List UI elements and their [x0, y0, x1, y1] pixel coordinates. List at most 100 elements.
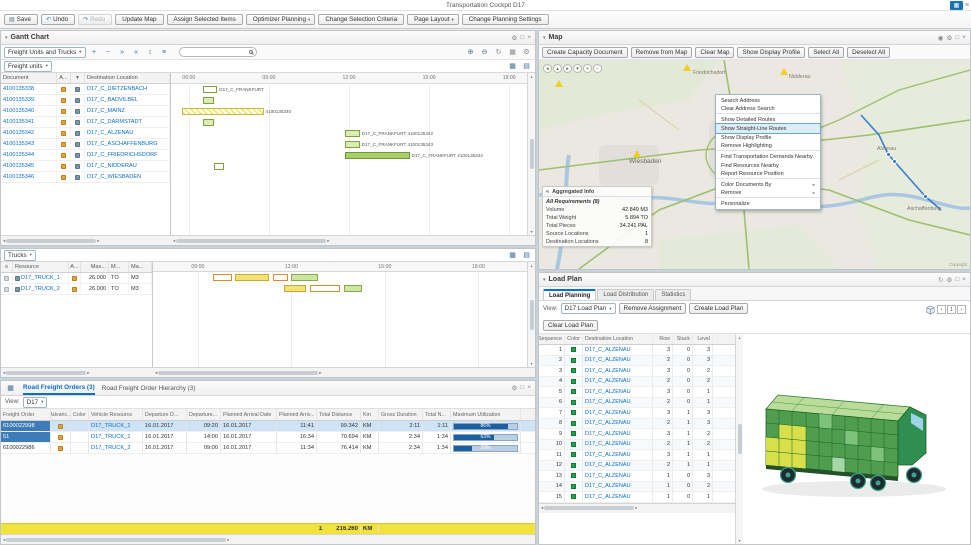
- trucks-horizontal-scrollbars[interactable]: ◂▸ ◂▸: [1, 367, 535, 377]
- map-marker[interactable]: [923, 194, 928, 199]
- select-icon[interactable]: [4, 287, 9, 292]
- context-menu-item[interactable]: Search Address: [716, 96, 820, 105]
- gantt-timeline[interactable]: 06:0009:0012:0015:0018:00 D17_C_FRANKFUR…: [171, 73, 527, 235]
- close-icon[interactable]: ×: [962, 276, 966, 284]
- freight-unit-row[interactable]: 4100135339 D17_C_BADVILBEL: [1, 95, 170, 106]
- settings-icon[interactable]: ⚙: [511, 34, 517, 42]
- column-sequence[interactable]: Sequence: [539, 334, 565, 344]
- toolbar-button[interactable]: ↷Redo: [78, 14, 112, 25]
- locate-icon[interactable]: ◉: [938, 34, 944, 42]
- table-view-icon[interactable]: ▦: [507, 250, 518, 261]
- sort-icon[interactable]: ↕: [145, 47, 156, 58]
- map-tool-button[interactable]: Deselect All: [847, 47, 890, 58]
- column-destination[interactable]: Destination Location: [85, 73, 170, 83]
- context-menu-item[interactable]: Report Resource Position: [716, 170, 820, 179]
- load-plan-row[interactable]: 2 D17_C_ALZENAU 2 0 3: [539, 356, 735, 367]
- load-plan-row[interactable]: 9 D17_C_ALZENAU 3 1 2: [539, 429, 735, 440]
- context-menu-item[interactable]: Show Display Profile: [716, 133, 820, 142]
- load-plan-horizontal-scrollbar[interactable]: ◂▸: [539, 503, 735, 513]
- freight-unit-row[interactable]: 4100135342 D17_C_ALZENAU: [1, 128, 170, 139]
- orders-horizontal-scrollbar[interactable]: ◂▸: [1, 534, 535, 544]
- maximize-icon[interactable]: □: [520, 34, 524, 42]
- freight-unit-row[interactable]: 4100135340 D17_C_MAINZ: [1, 106, 170, 117]
- truck-gantt-bar[interactable]: [235, 274, 269, 281]
- column-advanced[interactable]: Advanc...: [51, 409, 71, 420]
- column-gross-duration[interactable]: Gross Duration: [379, 409, 423, 420]
- collapse-chevron-icon[interactable]: ▾: [5, 35, 8, 41]
- order-row[interactable]: 51 D17_TRUCK_1 16.01.2017 14:00 16.01.20…: [1, 432, 535, 443]
- gantt-bar[interactable]: [203, 119, 214, 126]
- pan-right-icon[interactable]: ▸: [563, 64, 572, 73]
- settings-icon[interactable]: ⚙: [511, 384, 517, 392]
- pan-left-icon[interactable]: ◂: [543, 64, 552, 73]
- freight-unit-row[interactable]: 4100135338 D17_C_DIETZENBACH: [1, 84, 170, 95]
- settings-icon[interactable]: ⚙: [946, 34, 952, 42]
- column-document[interactable]: Document: [1, 73, 57, 83]
- load-plan-row[interactable]: 5 D17_C_ALZENAU 3 0 1: [539, 387, 735, 398]
- collapse-icon[interactable]: −: [103, 47, 114, 58]
- freight-unit-row[interactable]: 4100135344 D17_C_FRIEDRICHSDORF: [1, 150, 170, 161]
- order-row[interactable]: 6100022998 D17_TRUCK_1 16.01.2017 09:20 …: [1, 421, 535, 432]
- maximize-icon[interactable]: □: [520, 384, 524, 392]
- trucks-select[interactable]: Trucks▾: [4, 250, 36, 261]
- select-icon[interactable]: [4, 276, 9, 281]
- maximize-icon[interactable]: □: [955, 34, 959, 42]
- context-menu-item[interactable]: Remove Highlighting: [716, 142, 820, 151]
- outdent-icon[interactable]: «: [131, 47, 142, 58]
- context-menu-item[interactable]: Remove▸: [716, 189, 820, 198]
- load-plan-tab[interactable]: Load Planning: [543, 289, 596, 300]
- column-resource[interactable]: Resource: [13, 262, 69, 272]
- indent-icon[interactable]: »: [117, 47, 128, 58]
- remove-assignment-button[interactable]: Remove Assignment: [619, 303, 687, 314]
- zoom-out-icon[interactable]: −: [593, 64, 602, 73]
- gantt-row-type-select[interactable]: Freight units▾: [4, 61, 52, 72]
- expand-icon[interactable]: +: [89, 47, 100, 58]
- close-icon[interactable]: ×: [962, 34, 966, 42]
- column-departure[interactable]: Departure...: [187, 409, 221, 420]
- toolbar-button[interactable]: Page Layout▾: [407, 14, 459, 25]
- map-marker[interactable]: [892, 159, 897, 164]
- column-stack[interactable]: Stack: [673, 334, 693, 344]
- grid-icon[interactable]: ▦: [5, 383, 16, 394]
- column-row[interactable]: Row: [653, 334, 673, 344]
- context-menu-item[interactable]: Personalize: [716, 199, 820, 208]
- truck-gantt-bar[interactable]: [344, 285, 363, 292]
- load-plan-tab[interactable]: Load Distribution: [597, 289, 654, 300]
- gantt-bar[interactable]: D17_C_FRANKFURT 4100135344: [345, 152, 409, 159]
- tab-road-freight-orders[interactable]: Road Freight Orders (3): [23, 381, 95, 395]
- create-load-plan-button[interactable]: Create Load Plan: [689, 303, 748, 314]
- gantt-mode-select[interactable]: Freight Units and Trucks▾: [4, 47, 86, 58]
- close-icon[interactable]: ×: [527, 34, 531, 42]
- gantt-bar[interactable]: D17_C_FRANKFURT 4100135343: [345, 141, 359, 148]
- column-freight-order[interactable]: Freight Order: [1, 409, 51, 420]
- load-plan-row[interactable]: 10 D17_C_ALZENAU 2 1 2: [539, 440, 735, 451]
- truck-gantt-bar[interactable]: [291, 274, 317, 281]
- truck-gantt-bar[interactable]: [310, 285, 340, 292]
- freight-unit-row[interactable]: 4100135343 D17_C_ASCHAFFENBURG: [1, 139, 170, 150]
- gantt-bar[interactable]: D17_C_FRANKFURT: [203, 86, 217, 93]
- load-plan-vertical-scrollbar[interactable]: ▴▾: [735, 334, 743, 544]
- context-menu-item[interactable]: Show Straight-Line Routes: [716, 124, 820, 133]
- toolbar-button[interactable]: Change Selection Criteria: [318, 14, 404, 25]
- column-level[interactable]: Level: [693, 334, 713, 344]
- refresh-icon[interactable]: ↻: [938, 276, 943, 284]
- map-tool-button[interactable]: Select All: [808, 47, 844, 58]
- load-plan-row[interactable]: 12 D17_C_ALZENAU 2 1 1: [539, 461, 735, 472]
- maximize-icon[interactable]: □: [955, 276, 959, 284]
- gantt-vertical-scrollbar[interactable]: ▴▾: [527, 73, 535, 235]
- load-plan-row[interactable]: 6 D17_C_ALZENAU 2 0 1: [539, 398, 735, 409]
- context-menu-item[interactable]: Color Documents By▸: [716, 180, 820, 189]
- column-km[interactable]: Km: [361, 409, 379, 420]
- column-planned-arrival-date[interactable]: Planned Arrival Date: [221, 409, 277, 420]
- column-total-net[interactable]: Total N...: [423, 409, 451, 420]
- load-plan-row[interactable]: 14 D17_C_ALZENAU 1 0 2: [539, 482, 735, 493]
- column-color[interactable]: Color: [71, 409, 89, 420]
- column-advance[interactable]: A...: [57, 73, 71, 83]
- column-max[interactable]: Max...: [81, 262, 109, 272]
- column-vehicle-resource[interactable]: Vehicle Resource: [89, 409, 143, 420]
- load-plan-view-select[interactable]: D17 Load Plan▾: [561, 303, 616, 314]
- load-plan-row[interactable]: 7 D17_C_ALZENAU 3 1 3: [539, 408, 735, 419]
- truck-row[interactable]: D17_TRUCK_2 26.000 TO M3: [1, 284, 152, 295]
- truck-gantt-bar[interactable]: [273, 274, 288, 281]
- trucks-vertical-scrollbar[interactable]: ▴▾: [527, 262, 535, 367]
